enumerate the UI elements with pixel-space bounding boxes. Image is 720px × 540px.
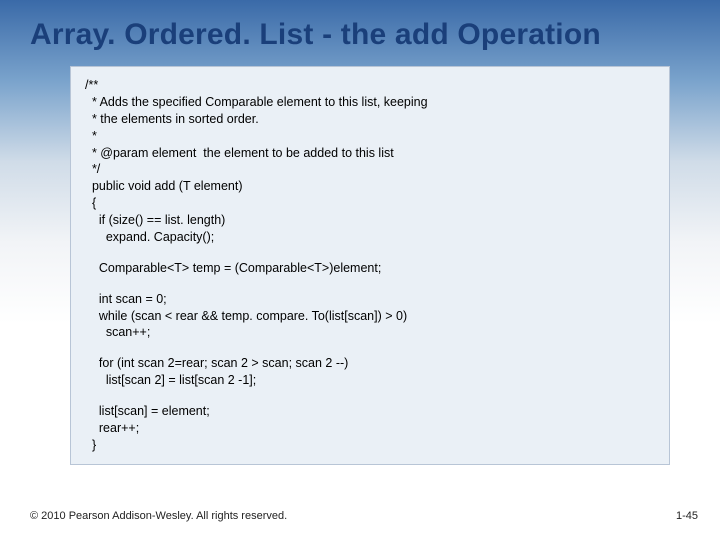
code-line: * [85,128,655,145]
code-line: list[scan] = element; [85,403,655,420]
code-block: /** * Adds the specified Comparable elem… [70,66,670,465]
code-line: list[scan 2] = list[scan 2 -1]; [85,372,655,389]
copyright-footer: © 2010 Pearson Addison-Wesley. All right… [30,510,287,522]
code-line: if (size() == list. length) [85,212,655,229]
code-blank [85,389,655,403]
code-line: public void add (T element) [85,178,655,195]
code-line: scan++; [85,324,655,341]
code-line: { [85,195,655,212]
code-line: * the elements in sorted order. [85,111,655,128]
code-line: for (int scan 2=rear; scan 2 > scan; sca… [85,355,655,372]
code-line: * Adds the specified Comparable element … [85,94,655,111]
code-blank [85,341,655,355]
page-number: 1-45 [676,510,698,522]
code-blank [85,277,655,291]
code-blank [85,246,655,260]
code-line: expand. Capacity(); [85,229,655,246]
code-line: rear++; [85,420,655,437]
slide: Array. Ordered. List - the add Operation… [0,0,720,540]
code-line: * @param element the element to be added… [85,145,655,162]
code-line: */ [85,161,655,178]
code-line: Comparable<T> temp = (Comparable<T>)elem… [85,260,655,277]
code-line: int scan = 0; [85,291,655,308]
code-line: while (scan < rear && temp. compare. To(… [85,308,655,325]
slide-title: Array. Ordered. List - the add Operation [30,18,690,52]
code-line: } [85,437,655,454]
code-line: /** [85,77,655,94]
